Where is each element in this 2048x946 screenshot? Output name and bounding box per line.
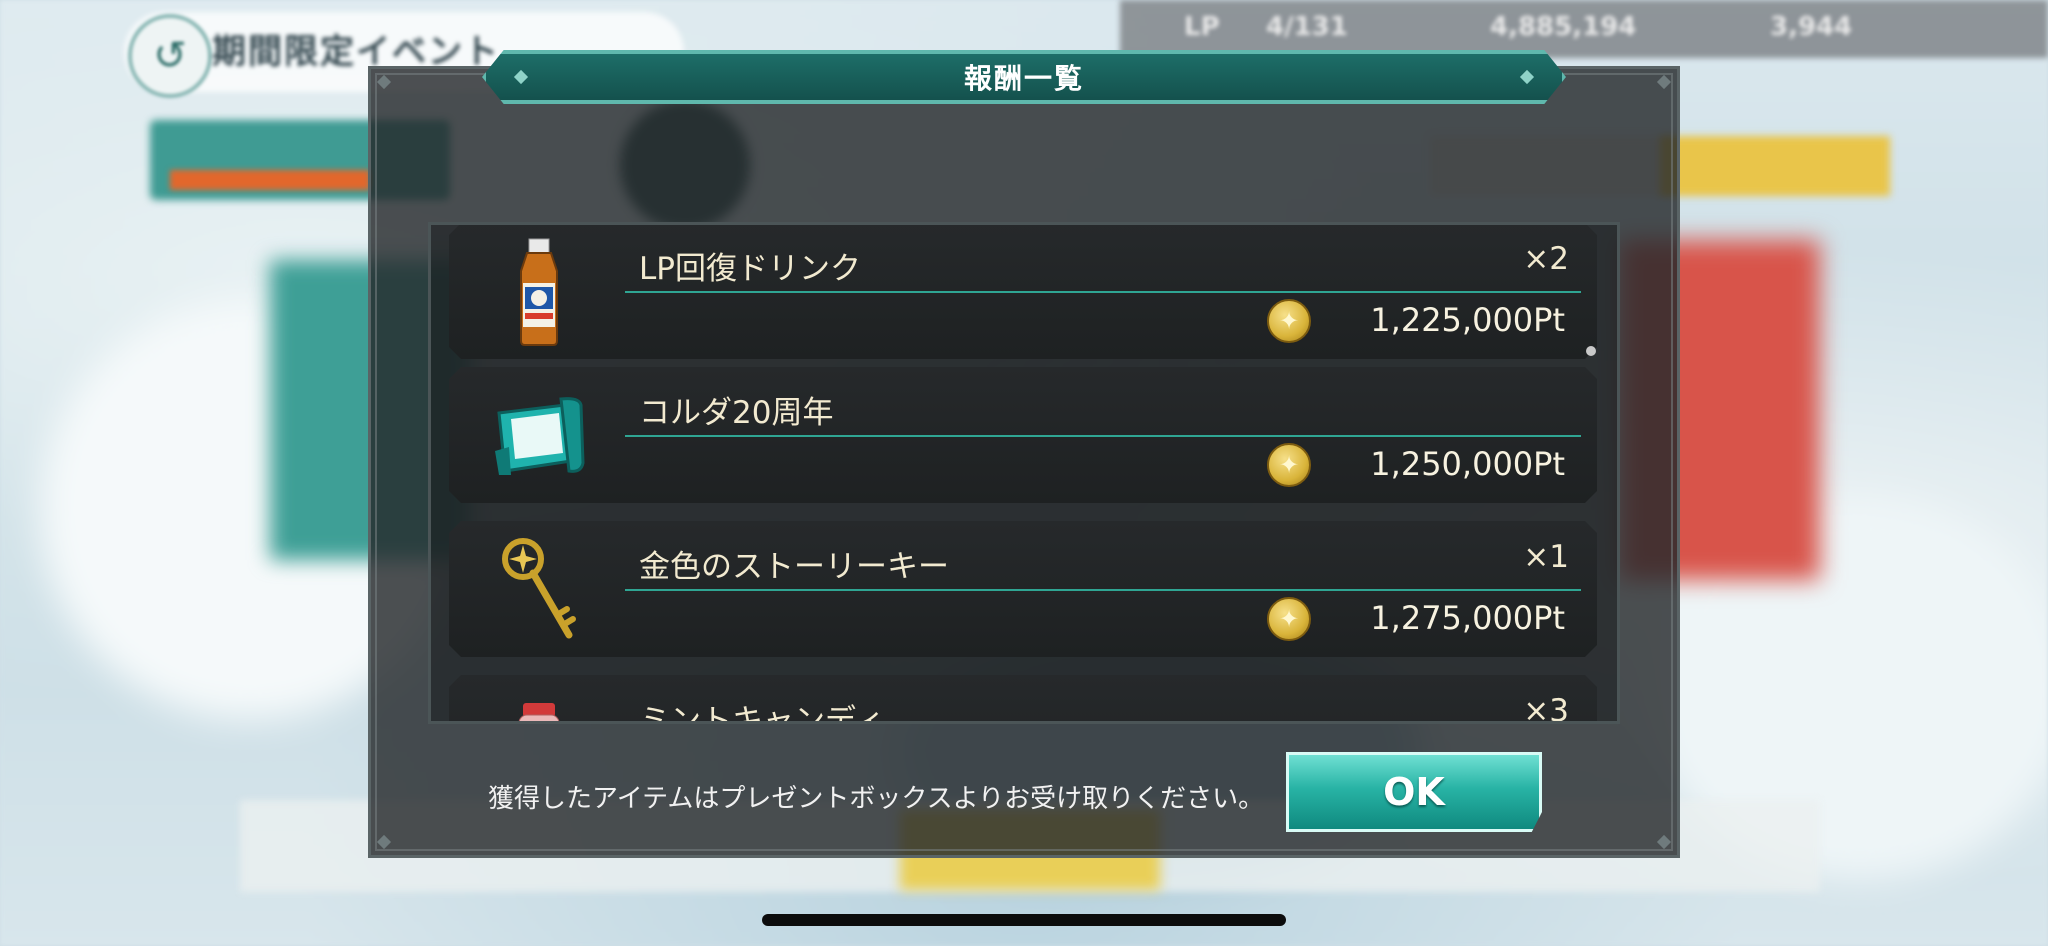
list-item: ミントキャンディ ×3 [449, 675, 1597, 724]
list-item: LP回復ドリンク ×2 ✦ 1,225,000Pt [449, 223, 1597, 359]
item-name: LP回復ドリンク [639, 251, 861, 287]
ok-button-label: OK [1383, 770, 1445, 814]
point-coin-icon: ✦ [1267, 597, 1311, 641]
item-divider [625, 589, 1581, 591]
corner-ornament [1656, 834, 1672, 850]
scrollbar-thumb[interactable] [1586, 346, 1596, 356]
header-diamond-icon [1519, 69, 1535, 85]
banner-flag-icon [489, 381, 589, 491]
fan-rate-bar [170, 170, 370, 190]
item-points: 1,250,000Pt [1370, 445, 1565, 483]
coin-count: 4,885,194 [1490, 12, 1637, 42]
item-points: 1,225,000Pt [1370, 301, 1565, 339]
item-quantity: ×1 [1523, 539, 1569, 575]
receive-instructions: 獲得したアイテムはプレゼントボックスよりお受け取りください。 [488, 784, 1265, 814]
tab-corda3[interactable] [1660, 136, 1890, 196]
item-points: 1,275,000Pt [1370, 599, 1565, 637]
reward-list[interactable]: LP回復ドリンク ×2 ✦ 1,225,000Pt コルダ20周年 ✦ 1,25… [428, 222, 1620, 724]
dialog-header: 報酬一覧 [482, 50, 1566, 104]
back-arrow-icon[interactable]: ↺ [128, 14, 212, 98]
point-coin-icon: ✦ [1267, 443, 1311, 487]
candy-jar-icon [489, 689, 589, 724]
lp-value: 4/131 [1266, 12, 1348, 42]
header-diamond-icon [513, 69, 529, 85]
home-indicator[interactable] [762, 914, 1286, 926]
golden-key-icon [489, 535, 589, 645]
item-divider [625, 435, 1581, 437]
item-quantity: ×3 [1523, 693, 1569, 724]
item-quantity: ×2 [1523, 241, 1569, 277]
item-name: ミントキャンディ [639, 703, 885, 724]
drink-bottle-icon [489, 237, 589, 347]
point-coin-icon: ✦ [1267, 299, 1311, 343]
item-divider [625, 291, 1581, 293]
corner-ornament [376, 834, 392, 850]
ok-button[interactable]: OK [1286, 752, 1542, 832]
dialog-title: 報酬一覧 [963, 62, 1084, 95]
list-item: 金色のストーリーキー ×1 ✦ 1,275,000Pt [449, 521, 1597, 657]
item-name: 金色のストーリーキー [639, 549, 949, 585]
item-name: コルダ20周年 [639, 395, 834, 431]
corner-ornament [1656, 74, 1672, 90]
list-item: コルダ20周年 ✦ 1,250,000Pt [449, 367, 1597, 503]
lp-label: LP [1184, 12, 1220, 42]
drop-count: 3,944 [1770, 12, 1853, 42]
corner-ornament [376, 74, 392, 90]
